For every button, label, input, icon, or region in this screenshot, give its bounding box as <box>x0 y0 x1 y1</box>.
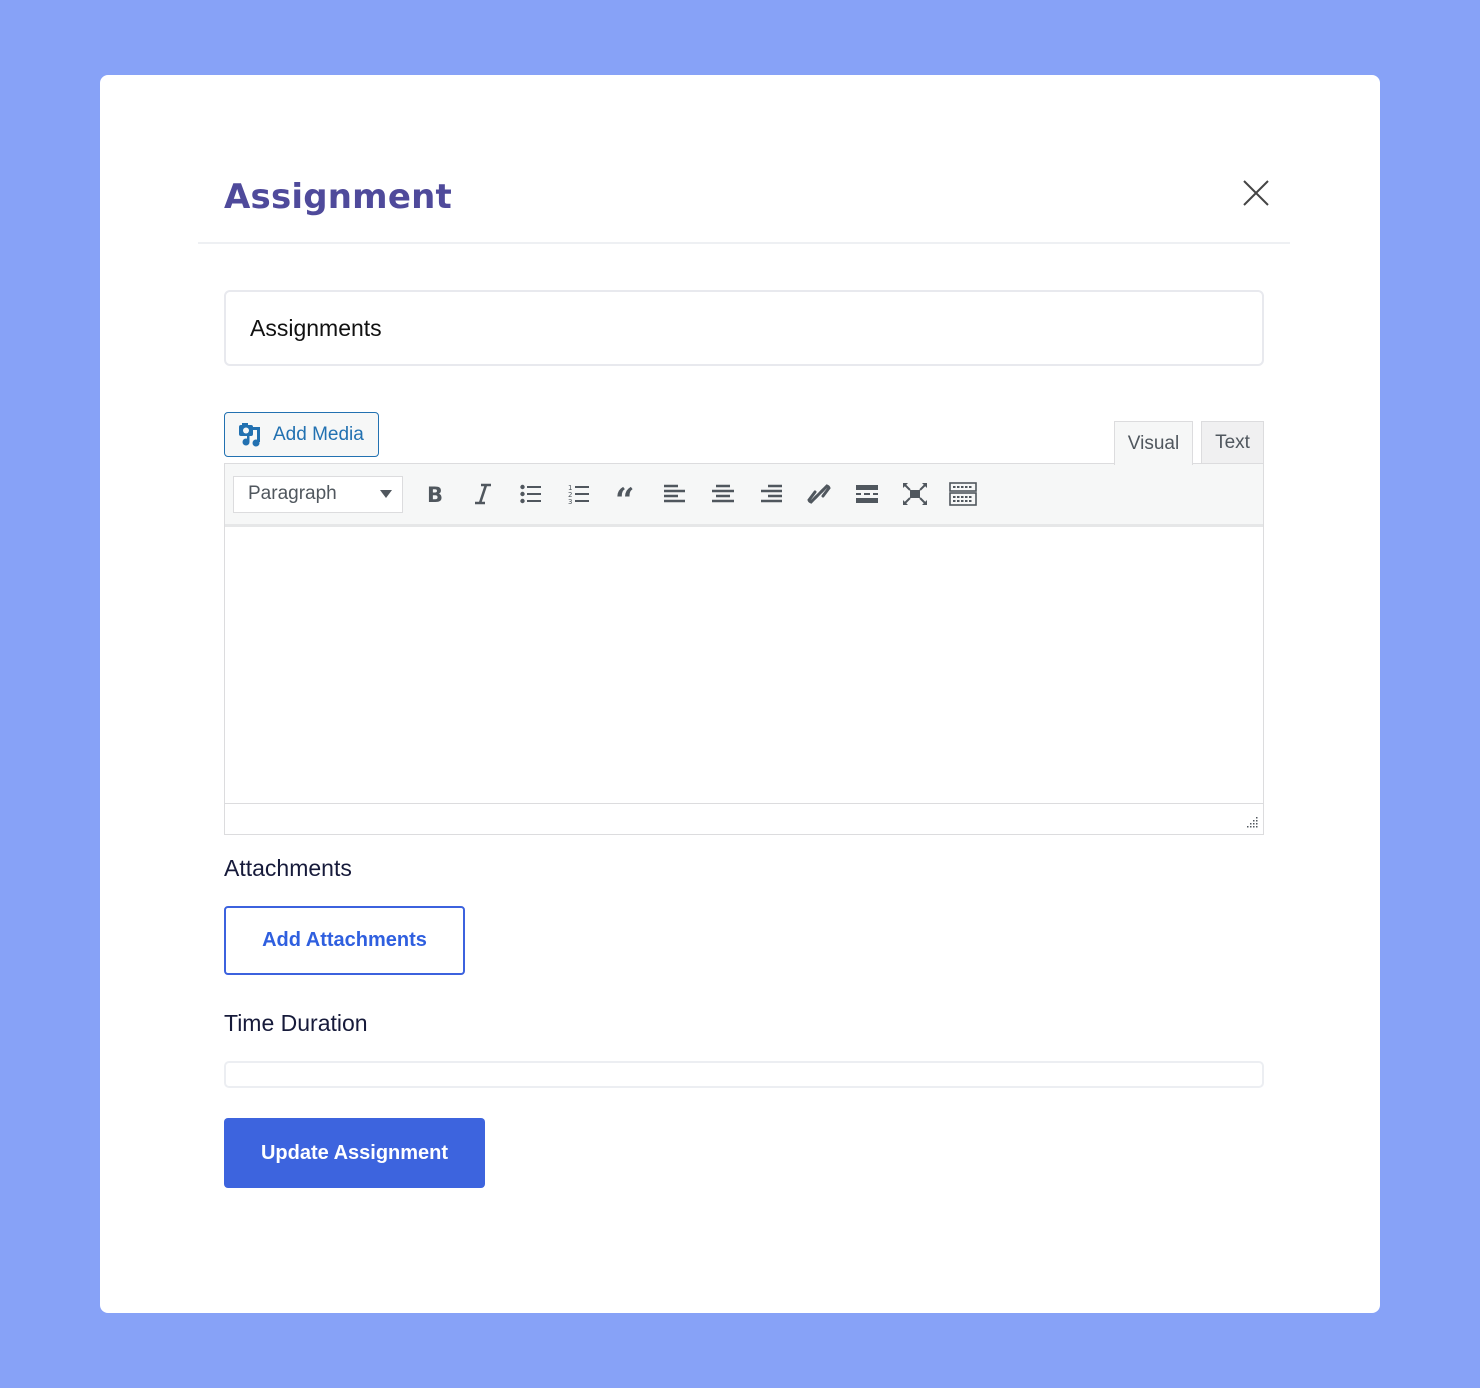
format-select-value: Paragraph <box>248 483 337 504</box>
add-media-button[interactable]: Add Media <box>224 412 379 457</box>
svg-text:“: “ <box>615 484 635 504</box>
modal-header: Assignment <box>198 75 1290 244</box>
modal-title: Assignment <box>224 177 452 217</box>
assignment-modal: Assignment Add Media Visual Text Paragra… <box>100 75 1380 1313</box>
chevron-down-icon <box>380 490 392 498</box>
close-icon <box>1243 180 1269 206</box>
bold-icon: B <box>427 483 443 505</box>
toolbar-toggle-button[interactable] <box>939 474 987 514</box>
add-media-label: Add Media <box>273 423 364 445</box>
numbered-list-icon: 1 2 3 <box>568 484 589 505</box>
toolbar-toggle-icon <box>949 482 977 506</box>
italic-button[interactable] <box>459 474 507 514</box>
blockquote-icon: “ <box>615 484 635 504</box>
fullscreen-icon <box>903 483 927 505</box>
editor-toolbar: Paragraph B 1 2 3 “ <box>225 464 1263 527</box>
align-right-icon <box>761 484 782 503</box>
svg-text:3: 3 <box>568 498 572 505</box>
editor-status-bar <box>225 804 1263 833</box>
read-more-icon <box>856 485 878 503</box>
numbered-list-button[interactable]: 1 2 3 <box>555 474 603 514</box>
tab-text[interactable]: Text <box>1201 421 1264 464</box>
svg-text:B: B <box>427 483 443 505</box>
link-button[interactable] <box>795 474 843 514</box>
attachments-label: Attachments <box>224 855 352 881</box>
time-duration-label: Time Duration <box>224 1010 368 1036</box>
align-center-icon <box>712 484 734 503</box>
blockquote-button[interactable]: “ <box>603 474 651 514</box>
tab-visual[interactable]: Visual <box>1114 421 1193 465</box>
align-center-button[interactable] <box>699 474 747 514</box>
editor-content-area[interactable] <box>225 527 1263 804</box>
update-assignment-button[interactable]: Update Assignment <box>224 1118 485 1188</box>
link-icon <box>807 484 831 504</box>
add-attachments-button[interactable]: Add Attachments <box>224 906 465 975</box>
bold-button[interactable]: B <box>411 474 459 514</box>
time-duration-input[interactable] <box>224 1061 1264 1088</box>
align-right-button[interactable] <box>747 474 795 514</box>
bulleted-list-button[interactable] <box>507 474 555 514</box>
italic-icon <box>475 483 491 505</box>
resize-handle-icon[interactable] <box>1245 816 1259 830</box>
align-left-icon <box>664 484 685 503</box>
align-left-button[interactable] <box>651 474 699 514</box>
format-select[interactable]: Paragraph <box>233 475 403 513</box>
read-more-button[interactable] <box>843 474 891 514</box>
rich-text-editor: Paragraph B 1 2 3 “ <box>224 463 1264 835</box>
fullscreen-button[interactable] <box>891 474 939 514</box>
assignment-title-input[interactable] <box>224 290 1264 366</box>
bulleted-list-icon <box>520 484 541 504</box>
close-button[interactable] <box>1242 179 1270 207</box>
media-icon <box>239 422 260 446</box>
